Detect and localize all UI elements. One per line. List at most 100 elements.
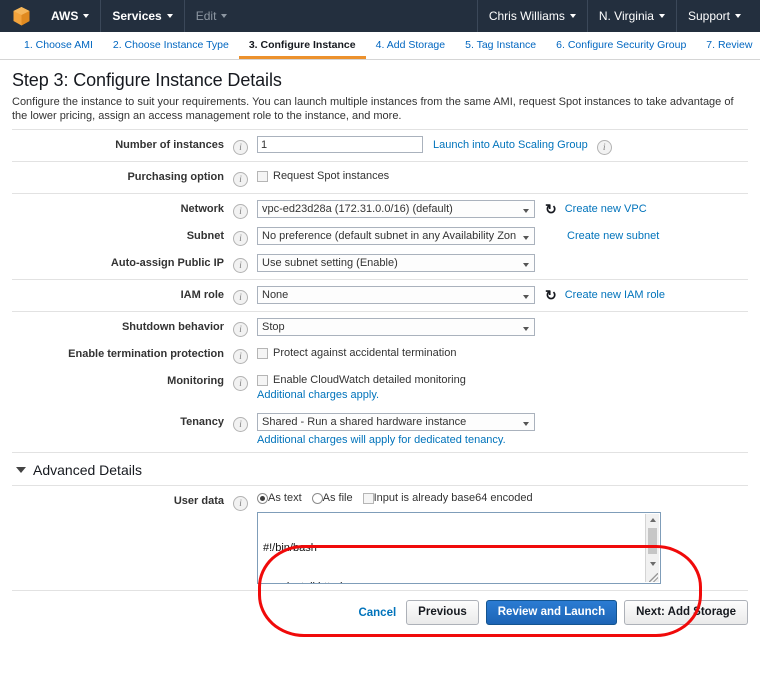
label-purchasing-option: Purchasing option bbox=[127, 171, 224, 183]
info-icon[interactable]: i bbox=[596, 140, 612, 155]
cancel-button[interactable]: Cancel bbox=[358, 607, 396, 619]
label-user-data: User data bbox=[173, 495, 224, 507]
chevron-down-icon bbox=[658, 14, 665, 18]
field-termination-protection: Protect against accidental termination bbox=[257, 345, 456, 359]
row-shutdown-behavior: Shutdown behavior i Stop bbox=[12, 312, 748, 343]
label-monitoring: Monitoring bbox=[167, 375, 224, 387]
monitoring-charges-note[interactable]: Additional charges apply. bbox=[257, 389, 466, 401]
info-icon[interactable]: i bbox=[233, 204, 248, 219]
tenancy-select[interactable]: Shared - Run a shared hardware instance bbox=[257, 413, 535, 431]
nav-item-region[interactable]: N. Virginia bbox=[586, 0, 676, 32]
chevron-down-icon bbox=[221, 14, 228, 18]
form-group-purchasing: Purchasing option i Request Spot instanc… bbox=[12, 161, 748, 193]
chevron-down-icon bbox=[83, 14, 90, 18]
chevron-down-icon bbox=[569, 14, 576, 18]
page-title: Step 3: Configure Instance Details bbox=[12, 70, 282, 90]
info-icon[interactable]: i bbox=[233, 322, 248, 337]
as-file-radio[interactable] bbox=[311, 492, 323, 504]
row-iam-role: IAM role i None ↻ Create new IAM role bbox=[12, 280, 748, 311]
info-icon[interactable]: i bbox=[233, 376, 248, 391]
info-icon[interactable]: i bbox=[233, 140, 248, 155]
label-tenancy: Tenancy bbox=[180, 416, 224, 428]
wizard-footer-actions: Cancel Previous Review and Launch Next: … bbox=[12, 590, 748, 625]
field-purchasing-option: Request Spot instances bbox=[257, 168, 389, 182]
previous-button[interactable]: Previous bbox=[406, 600, 479, 625]
nav-item-support[interactable]: Support bbox=[675, 0, 752, 32]
termination-protection-checkbox[interactable] bbox=[257, 347, 268, 359]
monitoring-checkbox[interactable] bbox=[257, 374, 268, 386]
page-header: Step 3: Configure Instance Details Confi… bbox=[0, 60, 760, 123]
user-data-textarea[interactable]: #!/bin/bash yum install httpd -y yum upd… bbox=[257, 512, 661, 584]
field-subnet: No preference (default subnet in any Ava… bbox=[257, 227, 659, 245]
step-tab-4[interactable]: 4. Add Storage bbox=[366, 39, 455, 59]
request-spot-instances-label: Request Spot instances bbox=[273, 170, 390, 182]
textarea-resize-handle[interactable] bbox=[649, 573, 658, 582]
iam-role-select[interactable]: None bbox=[257, 286, 535, 304]
refresh-icon[interactable]: ↻ bbox=[545, 201, 557, 217]
nav-item-edit[interactable]: Edit bbox=[183, 0, 239, 32]
termination-protection-checkbox-row[interactable]: Protect against accidental termination bbox=[257, 345, 456, 359]
row-subnet: Subnet i No preference (default subnet i… bbox=[12, 225, 748, 252]
user-data-textarea-wrapper: #!/bin/bash yum install httpd -y yum upd… bbox=[257, 512, 661, 584]
create-new-vpc-link[interactable]: Create new VPC bbox=[565, 200, 647, 215]
step-tab-2[interactable]: 2. Choose Instance Type bbox=[103, 39, 239, 59]
info-icon[interactable]: i bbox=[233, 231, 248, 246]
info-icon[interactable]: i bbox=[233, 417, 248, 432]
row-purchasing-option: Purchasing option i Request Spot instanc… bbox=[12, 162, 748, 193]
advanced-details-section-header[interactable]: Advanced Details bbox=[12, 452, 748, 485]
user-data-input-mode-options: As text As file Input is already base64 … bbox=[257, 492, 661, 504]
configure-instance-form: Number of instances i Launch into Auto S… bbox=[0, 129, 760, 590]
step-tab-1[interactable]: 1. Choose AMI bbox=[14, 39, 103, 59]
as-text-radio[interactable] bbox=[257, 492, 268, 504]
aws-cube-logo-icon[interactable] bbox=[8, 6, 34, 26]
label-termination-protection: Enable termination protection bbox=[68, 348, 224, 360]
nav-item-services[interactable]: Services bbox=[100, 0, 183, 32]
field-user-data: As text As file Input is already base64 … bbox=[257, 492, 661, 584]
scrollbar-thumb[interactable] bbox=[648, 528, 657, 554]
user-data-line-1: #!/bin/bash bbox=[263, 542, 317, 554]
nav-item-aws-label: AWS bbox=[51, 9, 79, 23]
info-icon[interactable]: i bbox=[233, 290, 248, 305]
shutdown-behavior-select[interactable]: Stop bbox=[257, 318, 535, 336]
step-tab-7[interactable]: 7. Review bbox=[696, 39, 760, 59]
nav-item-account-label: Chris Williams bbox=[488, 9, 565, 23]
field-network: vpc-ed23d28a (172.31.0.0/16) (default) ↻… bbox=[257, 200, 647, 218]
step-tab-5[interactable]: 5. Tag Instance bbox=[455, 39, 546, 59]
field-iam-role: None ↻ Create new IAM role bbox=[257, 286, 665, 304]
base64-encoded-label: Input is already base64 encoded bbox=[373, 492, 533, 504]
label-number-of-instances: Number of instances bbox=[115, 139, 224, 151]
step-tab-3[interactable]: 3. Configure Instance bbox=[238, 39, 366, 59]
label-auto-assign-public-ip: Auto-assign Public IP bbox=[110, 257, 224, 269]
info-icon[interactable]: i bbox=[233, 349, 248, 364]
row-tenancy: Tenancy i Shared - Run a shared hardware… bbox=[12, 407, 748, 452]
next-add-storage-button[interactable]: Next: Add Storage bbox=[624, 600, 748, 625]
monitoring-checkbox-row[interactable]: Enable CloudWatch detailed monitoring bbox=[257, 372, 466, 386]
launch-into-auto-scaling-group-link[interactable]: Launch into Auto Scaling Group bbox=[433, 136, 588, 151]
scroll-up-icon[interactable] bbox=[646, 514, 659, 526]
create-new-iam-role-link[interactable]: Create new IAM role bbox=[565, 286, 665, 301]
network-select[interactable]: vpc-ed23d28a (172.31.0.0/16) (default) bbox=[257, 200, 535, 218]
textarea-scrollbar[interactable] bbox=[645, 514, 659, 582]
nav-item-aws[interactable]: AWS bbox=[40, 0, 100, 32]
info-icon[interactable]: i bbox=[233, 172, 248, 187]
step-tab-6[interactable]: 6. Configure Security Group bbox=[546, 39, 696, 59]
create-new-subnet-link[interactable]: Create new subnet bbox=[567, 227, 659, 242]
info-icon[interactable]: i bbox=[233, 496, 248, 511]
nav-item-account[interactable]: Chris Williams bbox=[476, 0, 587, 32]
field-number-of-instances: Launch into Auto Scaling Group i bbox=[257, 136, 621, 155]
review-and-launch-button[interactable]: Review and Launch bbox=[485, 600, 618, 625]
base64-encoded-checkbox[interactable] bbox=[362, 492, 374, 504]
request-spot-instances-checkbox[interactable] bbox=[257, 170, 268, 182]
number-of-instances-input[interactable] bbox=[257, 136, 423, 153]
user-data-line-2: yum install httpd -y bbox=[263, 581, 644, 583]
nav-item-support-label: Support bbox=[687, 9, 730, 23]
subnet-select[interactable]: No preference (default subnet in any Ava… bbox=[257, 227, 535, 245]
tenancy-charges-note[interactable]: Additional charges will apply for dedica… bbox=[257, 434, 535, 446]
nav-item-edit-label: Edit bbox=[195, 9, 217, 23]
auto-assign-public-ip-select[interactable]: Use subnet setting (Enable) bbox=[257, 254, 535, 272]
scroll-down-icon[interactable] bbox=[646, 558, 659, 570]
request-spot-instances-checkbox-row[interactable]: Request Spot instances bbox=[257, 168, 389, 182]
nav-item-services-label: Services bbox=[112, 9, 162, 23]
refresh-icon[interactable]: ↻ bbox=[545, 287, 557, 303]
info-icon[interactable]: i bbox=[233, 258, 248, 273]
